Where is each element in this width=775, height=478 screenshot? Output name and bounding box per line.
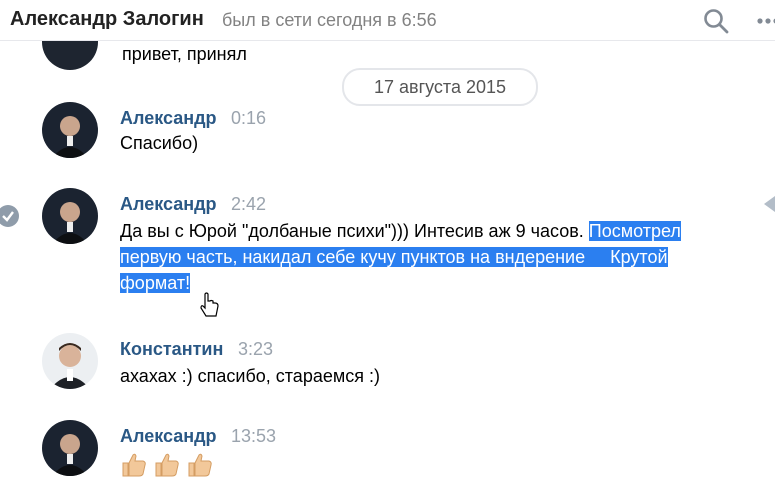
message-time[interactable]: 0:16 (231, 108, 266, 129)
online-status: был в сети сегодня в 6:56 (222, 10, 437, 30)
message-text: Спасибо) (120, 133, 199, 153)
avatar[interactable] (42, 333, 98, 389)
emoji-icon (585, 247, 611, 267)
avatar[interactable] (42, 188, 98, 244)
thumbs-up-icon (188, 453, 212, 477)
selected-text: первую часть, накидал себе кучу пунктов … (120, 247, 586, 267)
contact-name[interactable]: Александр Залогин (10, 8, 204, 31)
selected-text: формат! (120, 273, 191, 293)
hand-cursor-icon (200, 292, 219, 317)
message-time[interactable]: 2:42 (231, 194, 266, 215)
more-icon[interactable] (756, 17, 775, 25)
thumbs-up-icon (122, 453, 146, 477)
message-time[interactable]: 13:53 (231, 426, 276, 447)
avatar[interactable] (42, 102, 98, 158)
avatar[interactable] (42, 36, 98, 70)
selected-text: Посмотрел (588, 221, 681, 241)
selected-text: Крутой (610, 247, 668, 267)
avatar[interactable] (42, 420, 98, 476)
thumbs-up-icon (155, 453, 179, 477)
selected-check-icon[interactable] (0, 205, 19, 227)
message-text-plain: Да вы с Юрой "долбаные психи"))) Интесив… (120, 221, 584, 241)
message-text: ахахах :) спасибо, стараемся :) (120, 366, 380, 386)
date-separator: 17 августа 2015 (342, 68, 538, 106)
message-author[interactable]: Александр (120, 426, 217, 447)
message-time[interactable]: 3:23 (238, 339, 273, 360)
message-text: привет, принял (122, 44, 247, 64)
message-author[interactable]: Константин (120, 339, 223, 360)
search-icon[interactable] (703, 8, 729, 34)
message-author[interactable]: Александр (120, 194, 217, 215)
chat-header: Александр Залогин был в сети сегодня в 6… (0, 0, 775, 41)
message-author[interactable]: Александр (120, 108, 217, 129)
scroll-edge-arrow-icon[interactable] (764, 196, 775, 212)
message-text: Да вы с Юрой "долбаные психи"))) Интесив… (120, 218, 770, 296)
